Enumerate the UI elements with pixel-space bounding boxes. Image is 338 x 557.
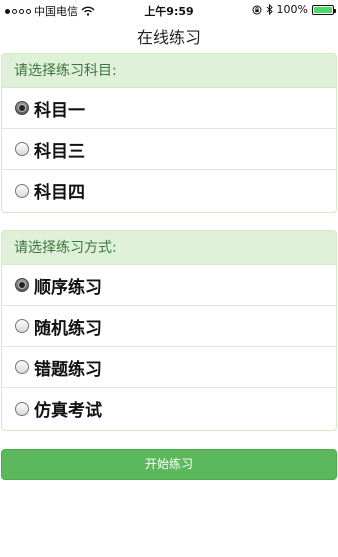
radio-button[interactable] (15, 360, 29, 374)
subject-panel: 请选择练习科目: 科目一 科目三 科目四 (1, 53, 337, 213)
radio-button[interactable] (15, 278, 29, 292)
option-label: 科目三 (34, 141, 85, 162)
radio-button[interactable] (15, 401, 29, 416)
radio-button[interactable] (15, 142, 29, 156)
option-label: 仿真考试 (34, 401, 102, 421)
mode-panel-heading: 请选择练习方式: (2, 231, 336, 265)
mode-option-random[interactable]: 随机练习 (2, 306, 336, 347)
status-bar: 中国电信 上午9:59 100% (0, 0, 338, 20)
battery-icon (312, 4, 336, 15)
subject-panel-heading: 请选择练习科目: (2, 54, 336, 88)
page-title: 在线练习 (136, 28, 201, 47)
radio-button[interactable] (15, 101, 29, 115)
option-label: 科目四 (34, 183, 85, 203)
subject-option-1[interactable]: 科目一 (2, 88, 336, 129)
subject-option-4[interactable]: 科目四 (2, 170, 336, 211)
radio-button[interactable] (15, 319, 29, 333)
option-label: 错题练习 (34, 359, 102, 380)
mode-option-wrong[interactable]: 错题练习 (2, 347, 336, 388)
start-practice-button[interactable]: 开始练习 (1, 449, 337, 480)
radio-button[interactable] (15, 183, 29, 198)
option-label: 顺序练习 (34, 277, 102, 298)
mode-option-sequential[interactable]: 顺序练习 (2, 265, 336, 306)
mode-panel: 请选择练习方式: 顺序练习 随机练习 错题练习 仿真考试 (1, 230, 337, 431)
rotation-lock-icon (252, 5, 262, 14)
mode-option-simulation[interactable]: 仿真考试 (2, 388, 336, 429)
bluetooth-icon (266, 4, 273, 15)
option-label: 随机练习 (34, 318, 102, 339)
battery-percent: 100% (276, 3, 308, 16)
subject-option-3[interactable]: 科目三 (2, 129, 336, 170)
option-label: 科目一 (34, 100, 85, 121)
status-right: 100% (252, 3, 336, 16)
